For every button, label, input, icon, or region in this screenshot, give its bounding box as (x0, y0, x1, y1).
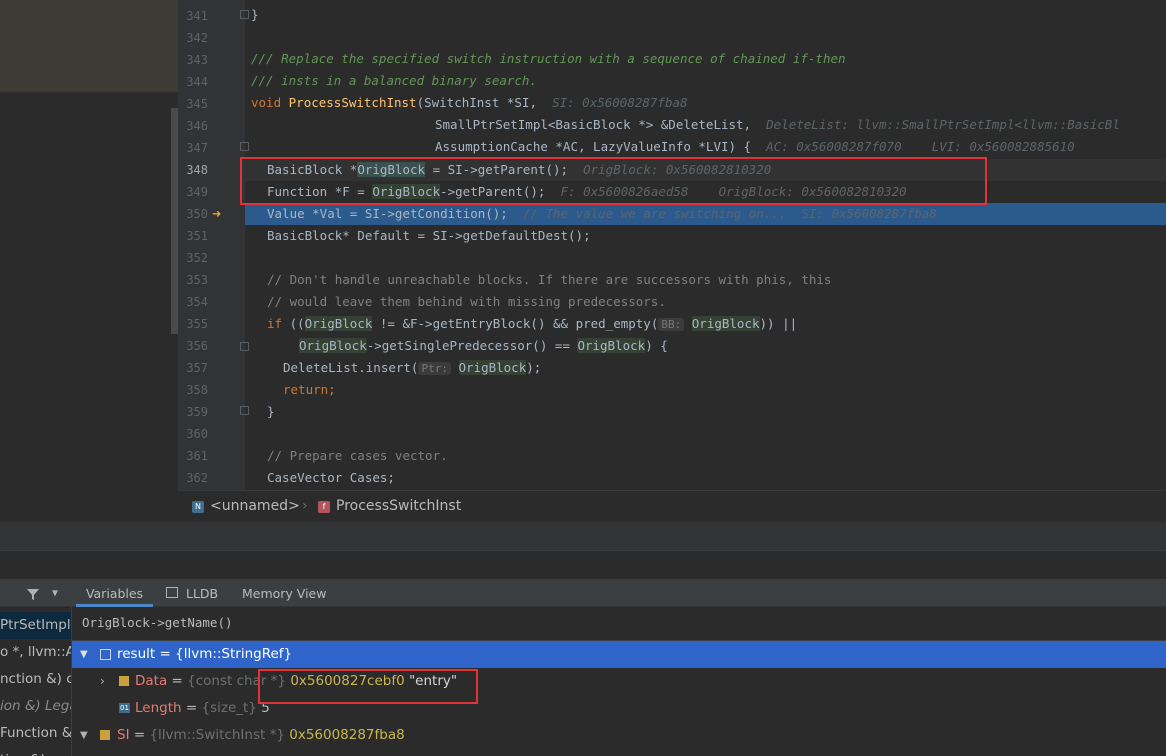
code-line-357: DeleteList.insert(Ptr: OrigBlock); (283, 360, 542, 375)
highlight-box (258, 669, 478, 704)
tab-lldb[interactable]: LLDB (186, 579, 218, 607)
line-number[interactable]: 361 (180, 445, 208, 467)
scrollbar[interactable] (171, 108, 178, 334)
frame-item[interactable]: nction &) c (0, 666, 71, 693)
variable-text: Length = {size_t} 5 (135, 700, 270, 716)
code-line-350: Value *Val = SI->getCondition(); // The … (267, 206, 937, 221)
code-line-346: SmallPtrSetImpl<BasicBlock *> &DeleteLis… (435, 117, 1120, 132)
debug-toolbar (0, 522, 1166, 550)
code-line-345: void ProcessSwitchInst(SwitchInst *SI, S… (251, 95, 688, 110)
debug-header (0, 550, 1166, 579)
fold-marker-icon[interactable] (240, 342, 249, 351)
tab-memory-view[interactable]: Memory View (242, 579, 326, 607)
code-line-361: // Prepare cases vector. (267, 448, 448, 463)
line-number[interactable]: 354 (180, 291, 208, 313)
line-number[interactable]: 356 (180, 335, 208, 357)
function-icon: f (318, 501, 330, 513)
dropdown-arrow-icon[interactable]: ▼ (52, 588, 58, 599)
frame-item[interactable]: ion &) Lega (0, 693, 71, 720)
code-line-355: if ((OrigBlock != &F->getEntryBlock() &&… (267, 316, 798, 331)
code-line-353: // Don't handle unreachable blocks. If t… (267, 272, 832, 287)
variable-row-result[interactable]: ▼ result = {llvm::StringRef} (72, 641, 1166, 668)
code-line-344: /// insts in a balanced binary search. (251, 73, 537, 88)
line-number[interactable]: 359 (180, 401, 208, 423)
tab-variables[interactable]: Variables (76, 579, 153, 607)
frame-item[interactable]: tion &) ... (0, 747, 63, 756)
line-number[interactable]: 347 (180, 137, 208, 159)
line-number[interactable]: 342 (180, 27, 208, 49)
line-number[interactable]: 353 (180, 269, 208, 291)
line-number[interactable]: 352 (180, 247, 208, 269)
code-line-347: AssumptionCache *AC, LazyValueInfo *LVI)… (435, 139, 1075, 154)
project-panel-header (0, 0, 178, 92)
line-number[interactable]: 350 (180, 203, 208, 225)
chevron-down-icon[interactable]: ▼ (80, 641, 88, 668)
code-line-362: CaseVector Cases; (267, 470, 395, 485)
breadcrumb-namespace[interactable]: <unnamed> (210, 498, 300, 514)
variable-text: SI = {llvm::SwitchInst *} 0x56008287fba8 (117, 727, 405, 743)
field-icon (100, 730, 110, 740)
line-number[interactable]: 344 (180, 71, 208, 93)
chevron-down-icon[interactable]: ▼ (80, 722, 88, 749)
code-line-341: } (251, 7, 259, 22)
variable-text: result = {llvm::StringRef} (117, 646, 293, 662)
chevron-right-icon[interactable]: › (100, 668, 105, 695)
field-icon (119, 676, 129, 686)
line-number[interactable]: 357 (180, 357, 208, 379)
breadcrumb-function[interactable]: ProcessSwitchInst (336, 498, 461, 514)
line-number[interactable]: 346 (180, 115, 208, 137)
project-panel (0, 92, 178, 522)
highlight-box (240, 157, 987, 205)
fold-marker-icon[interactable] (240, 142, 249, 151)
code-line-356: OrigBlock->getSinglePredecessor() == Ori… (299, 338, 668, 353)
fold-marker-icon[interactable] (240, 10, 249, 19)
code-line-359: } (267, 404, 275, 419)
namespace-icon: N (192, 501, 204, 513)
fold-marker-icon[interactable] (240, 406, 249, 415)
line-number[interactable]: 349 (180, 181, 208, 203)
execution-point-arrow-icon: ➜ (212, 205, 222, 223)
line-number[interactable]: 348 (180, 159, 208, 181)
frame-item[interactable]: o *, llvm::As (0, 639, 71, 666)
primitive-icon: 01 (119, 703, 130, 713)
line-number[interactable]: 360 (180, 423, 208, 445)
code-line-343: /// Replace the specified switch instruc… (251, 51, 846, 66)
breadcrumb: N <unnamed> › f ProcessSwitchInst (178, 490, 1166, 522)
console-icon (166, 587, 178, 598)
struct-icon (100, 649, 111, 660)
line-number[interactable]: 358 (180, 379, 208, 401)
line-number[interactable]: 351 (180, 225, 208, 247)
frame-item[interactable]: Function & (0, 720, 71, 747)
variable-row-data[interactable]: › Data = {const char *} 0x5600827cebf0 "… (72, 668, 1166, 695)
line-number[interactable]: 362 (180, 467, 208, 489)
line-number[interactable]: 341 (180, 5, 208, 27)
code-line-358: return; (283, 382, 336, 397)
expression-input[interactable]: OrigBlock->getName() (82, 615, 233, 630)
line-number[interactable]: 343 (180, 49, 208, 71)
filter-icon[interactable] (26, 586, 40, 600)
variable-row-length[interactable]: 01 Length = {size_t} 5 (72, 695, 1166, 722)
code-line-354: // would leave them behind with missing … (267, 294, 666, 309)
evaluate-expression-bar[interactable]: OrigBlock->getName() (72, 607, 1166, 641)
line-number[interactable]: 355 (180, 313, 208, 335)
chevron-right-icon: › (302, 498, 308, 514)
code-line-351: BasicBlock* Default = SI->getDefaultDest… (267, 228, 591, 243)
line-number[interactable]: 345 (180, 93, 208, 115)
frames-list[interactable]: PtrSetImpl< o *, llvm::As nction &) c io… (0, 607, 72, 756)
frame-item[interactable]: PtrSetImpl< (0, 612, 71, 639)
variable-row-si[interactable]: ▼ SI = {llvm::SwitchInst *} 0x56008287fb… (72, 722, 1166, 749)
